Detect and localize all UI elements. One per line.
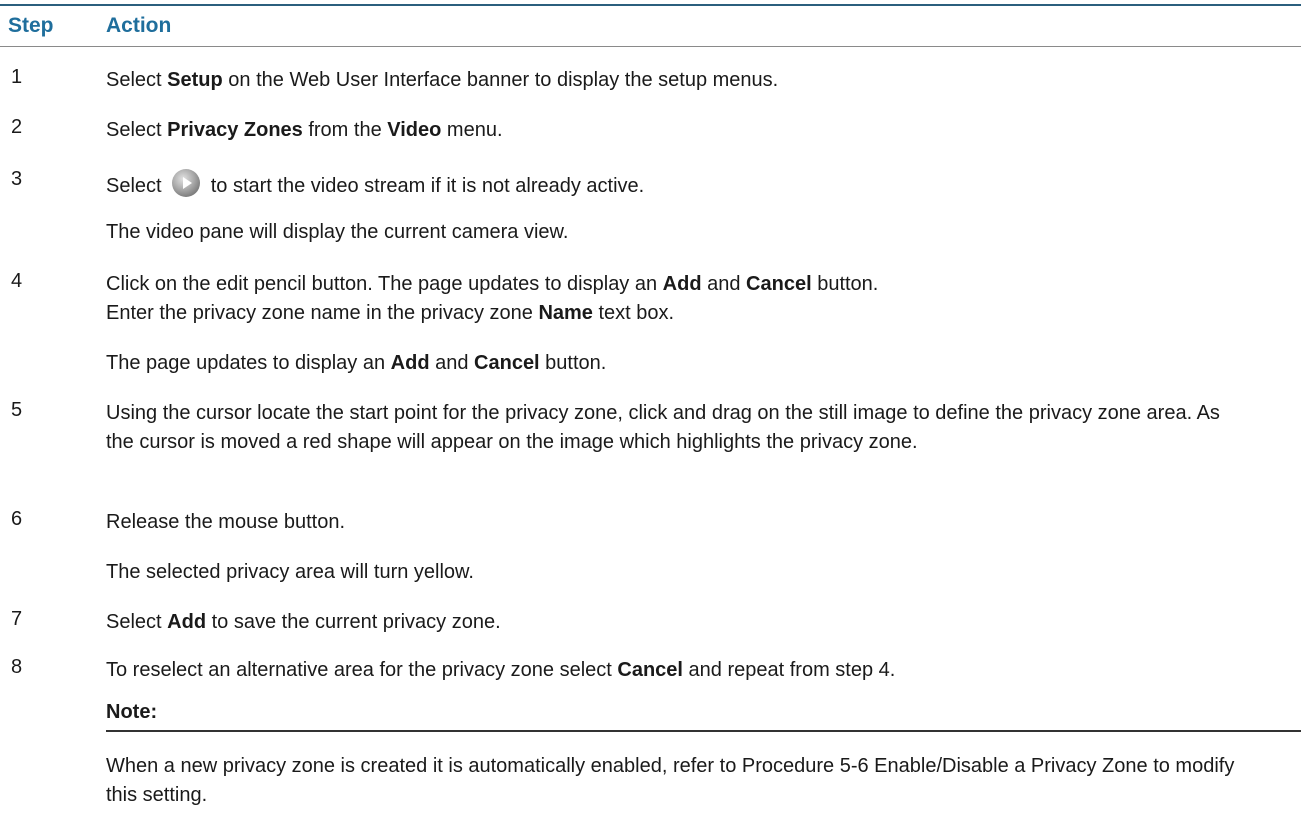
- step-number: 5: [11, 399, 23, 421]
- step-number: 7: [11, 608, 23, 630]
- play-button-icon: [171, 168, 201, 198]
- step-number: 6: [11, 508, 23, 530]
- step-3-result: The video pane will display the current …: [106, 221, 569, 243]
- note-title: Note:: [106, 701, 158, 723]
- step-6-result: The selected privacy area will turn yell…: [106, 561, 474, 583]
- header-step: Step: [8, 14, 54, 37]
- note-body: When a new privacy zone is created it is…: [106, 755, 1235, 806]
- step-text: Select Setup on the Web User Interface b…: [106, 69, 779, 91]
- note-rule: [106, 730, 1301, 732]
- step-number: 1: [11, 66, 23, 88]
- top-rule: [0, 4, 1301, 6]
- table-header: Step Action: [0, 14, 1301, 44]
- step-text: Select Add to save the current privacy z…: [106, 611, 501, 633]
- step-text: Release the mouse button.: [106, 511, 346, 533]
- step-4-result: The page updates to display an Add and C…: [106, 352, 607, 374]
- step-number: 3: [11, 168, 23, 190]
- step-number: 2: [11, 116, 23, 138]
- step-text: Select to start the video stream if it i…: [106, 168, 1246, 201]
- step-number: 8: [11, 656, 23, 678]
- step-number: 4: [11, 270, 23, 292]
- header-action: Action: [106, 14, 172, 37]
- step-text: Using the cursor locate the start point …: [106, 402, 1220, 453]
- step-text: Click on the edit pencil button. The pag…: [106, 273, 879, 324]
- step-text: Select Privacy Zones from the Video menu…: [106, 119, 503, 141]
- header-rule: [0, 46, 1301, 47]
- step-text: To reselect an alternative area for the …: [106, 659, 896, 681]
